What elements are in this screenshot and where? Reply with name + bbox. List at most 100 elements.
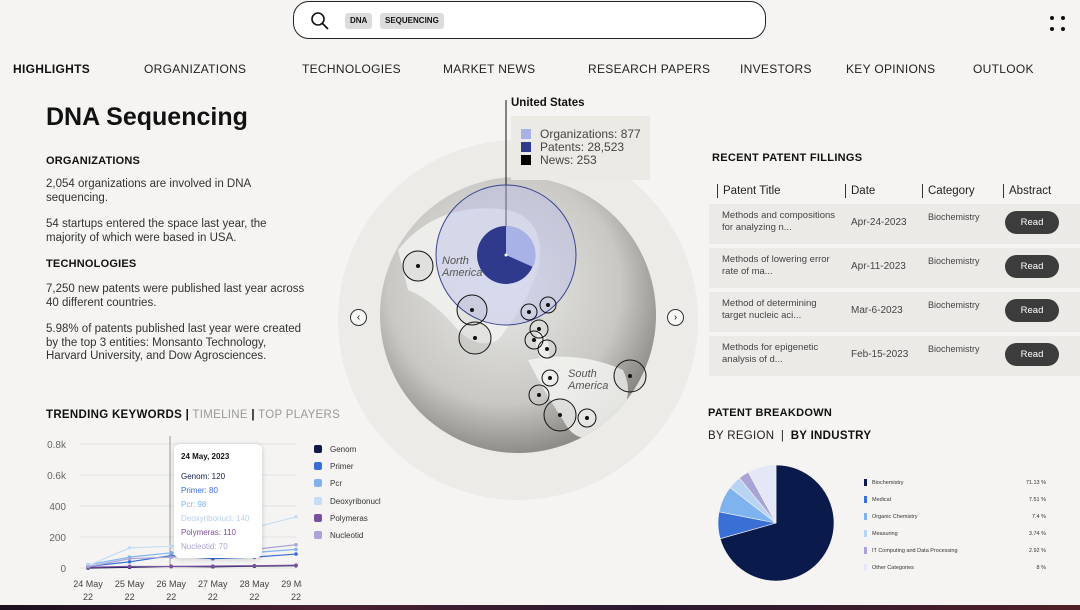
tab-timeline[interactable]: TIMELINE [192, 409, 247, 421]
technologies-text-1: 7,250 new patents were published last ye… [46, 283, 305, 309]
technologies-heading: TECHNOLOGIES [46, 258, 137, 270]
chart-tooltip: 24 May, 2023 Genom: 120 Primer: 80 Pcr: … [174, 444, 262, 558]
pie-legend-item[interactable]: Biochemistry 71.13 % [864, 479, 1046, 496]
tab-separator: | [780, 430, 785, 442]
organizations-text-1: 2,054 organizations are involved in DNA … [46, 178, 251, 204]
us-center-dot [504, 253, 508, 257]
column-patent-title[interactable]: Patent Title [717, 184, 781, 198]
nav-market-news[interactable]: MARKET NEWS [443, 62, 535, 76]
tab-trending-keywords[interactable]: TRENDING KEYWORDS [46, 409, 182, 421]
legend-swatch [314, 496, 322, 505]
legend-label: IT Computing and Data Processing [872, 548, 958, 554]
tab-separator: | [185, 409, 190, 421]
legend-swatch [864, 513, 867, 520]
pie-legend-item[interactable]: Organic Chemistry 7.4 % [864, 513, 1046, 530]
menu-dots-icon[interactable] [1048, 14, 1068, 34]
legend-label: Biochemistry [872, 480, 904, 486]
tab-by-industry[interactable]: BY INDUSTRY [791, 430, 872, 442]
tooltip-line-pcr: Pcr: 98 [181, 500, 207, 509]
label-south-america: South America [568, 368, 609, 392]
nav-outlook[interactable]: OUTLOOK [973, 62, 1034, 76]
read-button[interactable]: Read [1005, 255, 1059, 278]
trending-keywords-chart[interactable]: 0 200 400 0.6k 0.8k 24 May 22 25 May 22 26 May 22 2… [40, 432, 302, 604]
legend-swatch [314, 530, 322, 539]
search-icon[interactable] [310, 11, 330, 31]
table-row[interactable]: Method of determining target nucleic aci… [709, 292, 1080, 332]
organizations-heading: ORGANIZATIONS [46, 155, 141, 167]
tab-separator: | [251, 409, 255, 421]
legend-swatch [521, 155, 531, 165]
search-tag-dna[interactable]: DNA [345, 13, 373, 29]
x-tick-label: 22 [125, 592, 135, 602]
read-button[interactable]: Read [1005, 211, 1059, 234]
legend-percent: 7.4 % [1031, 514, 1046, 520]
table-row[interactable]: Methods of lowering error rate of ma... … [709, 248, 1080, 288]
x-tick-label: 22 [249, 592, 259, 602]
column-category[interactable]: Category [922, 184, 975, 198]
patent-category: Biochemistry [928, 212, 980, 222]
pie-legend-item[interactable]: Other Categories 8 % [864, 564, 1046, 581]
read-button[interactable]: Read [1005, 299, 1059, 322]
tooltip-line-primer: Primer: 80 [181, 486, 218, 495]
x-tick-label: 22 [208, 592, 218, 602]
y-tick-label: 200 [49, 533, 66, 544]
legend-percent: 7.51 % [1028, 497, 1046, 503]
column-abstract[interactable]: Abstract [1003, 184, 1051, 198]
patent-date: Feb-15-2023 [851, 349, 909, 360]
legend-label: Medical [872, 497, 891, 503]
patent-date: Apr-24-2023 [851, 217, 907, 228]
legend-percent: 8 % [1036, 565, 1046, 571]
legend-swatch [864, 496, 867, 503]
nav-organizations[interactable]: ORGANIZATIONS [144, 62, 246, 76]
data-point [294, 552, 298, 556]
data-point [294, 542, 298, 547]
y-tick-label: 0.8k [47, 440, 67, 451]
nav-key-opinions[interactable]: KEY OPINIONS [846, 62, 935, 76]
legend-label: Organic Chemistry [872, 514, 918, 520]
data-point [169, 555, 173, 559]
column-date[interactable]: Date [845, 184, 875, 198]
read-button[interactable]: Read [1005, 343, 1059, 366]
legend-swatch [521, 142, 531, 152]
nav-highlights[interactable]: HIGHLIGHTS [13, 62, 90, 76]
nav-investors[interactable]: INVESTORS [740, 62, 812, 76]
tab-by-region[interactable]: BY REGION [708, 430, 774, 442]
y-tick-label: 0 [60, 564, 66, 575]
pie-legend-item[interactable]: IT Computing and Data Processing 2.92 % [864, 547, 1046, 564]
x-tick-label: 22 [291, 592, 301, 602]
data-point [127, 560, 132, 564]
table-row[interactable]: Methods and compositions for analyzing n… [709, 204, 1080, 244]
legend-percent: 71.13 % [1025, 480, 1046, 486]
globe-prev-button[interactable]: ‹ [350, 309, 367, 326]
tab-top-players[interactable]: TOP PLAYERS [258, 409, 340, 421]
legend-label: Other Categories [872, 565, 914, 571]
data-point [169, 564, 173, 569]
data-point [127, 546, 132, 550]
search-tag-sequencing[interactable]: SEQUENCING [380, 13, 444, 29]
organizations-text-2: 54 startups entered the space last year,… [46, 218, 267, 244]
nav-research-papers[interactable]: RESEARCH PAPERS [588, 62, 710, 76]
x-tick-label: 22 [166, 592, 176, 602]
x-tick-label: 26 May [156, 579, 186, 589]
page-title: DNA Sequencing [46, 103, 248, 131]
legend-label: Measuring [872, 531, 898, 537]
legend-swatch [521, 129, 531, 139]
legend-swatch [864, 479, 867, 486]
table-row[interactable]: Methods for epigenetic analysis of d... … [709, 336, 1080, 376]
data-point [86, 564, 90, 569]
legend-label: Polymeras [330, 513, 368, 523]
patent-breakdown-heading: PATENT BREAKDOWN [708, 407, 833, 419]
pie-legend-item[interactable]: Medical 7.51 % [864, 496, 1046, 513]
nav-technologies[interactable]: TECHNOLOGIES [302, 62, 401, 76]
patent-title: Methods for epigenetic analysis of d... [722, 342, 819, 365]
data-point [294, 547, 298, 552]
industry-pie-chart[interactable] [716, 465, 836, 585]
patent-category: Biochemistry [928, 300, 980, 310]
legend-label: Organizations: 877 [540, 127, 641, 141]
patent-title: Method of determining target nucleic aci… [722, 298, 817, 321]
patent-title: Methods and compositions for analyzing n… [722, 210, 836, 233]
x-tick-label: 27 May [198, 579, 228, 589]
globe-next-button[interactable]: › [667, 309, 684, 326]
x-tick-label: 22 [83, 592, 93, 602]
pie-legend-item[interactable]: Measuring 3.74 % [864, 530, 1046, 547]
